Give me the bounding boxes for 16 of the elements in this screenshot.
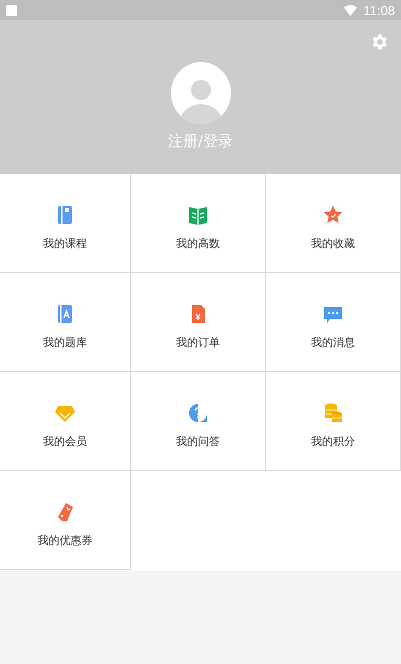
menu-tile[interactable]: 我的题库 <box>0 273 131 372</box>
menu-tile[interactable]: 我的订单 <box>131 273 266 372</box>
menu-tile[interactable]: 我的会员 <box>0 372 131 471</box>
menu-tile[interactable]: 我的收藏 <box>266 174 401 273</box>
menu-tile[interactable]: 我的积分 <box>266 372 401 471</box>
star-icon <box>322 204 344 226</box>
open-book-icon <box>187 204 209 226</box>
menu-tile[interactable]: 我的问答 <box>131 372 266 471</box>
wifi-icon <box>344 4 358 16</box>
menu-tile[interactable]: 我的课程 <box>0 174 131 273</box>
menu-tile[interactable]: 我的消息 <box>266 273 401 372</box>
coins-icon <box>322 402 344 424</box>
menu-tile[interactable]: 我的高数 <box>131 174 266 273</box>
notification-icon <box>6 4 17 16</box>
clock-time: 11:08 <box>363 2 395 18</box>
menu-tile[interactable]: 我的优惠券 <box>0 471 131 570</box>
